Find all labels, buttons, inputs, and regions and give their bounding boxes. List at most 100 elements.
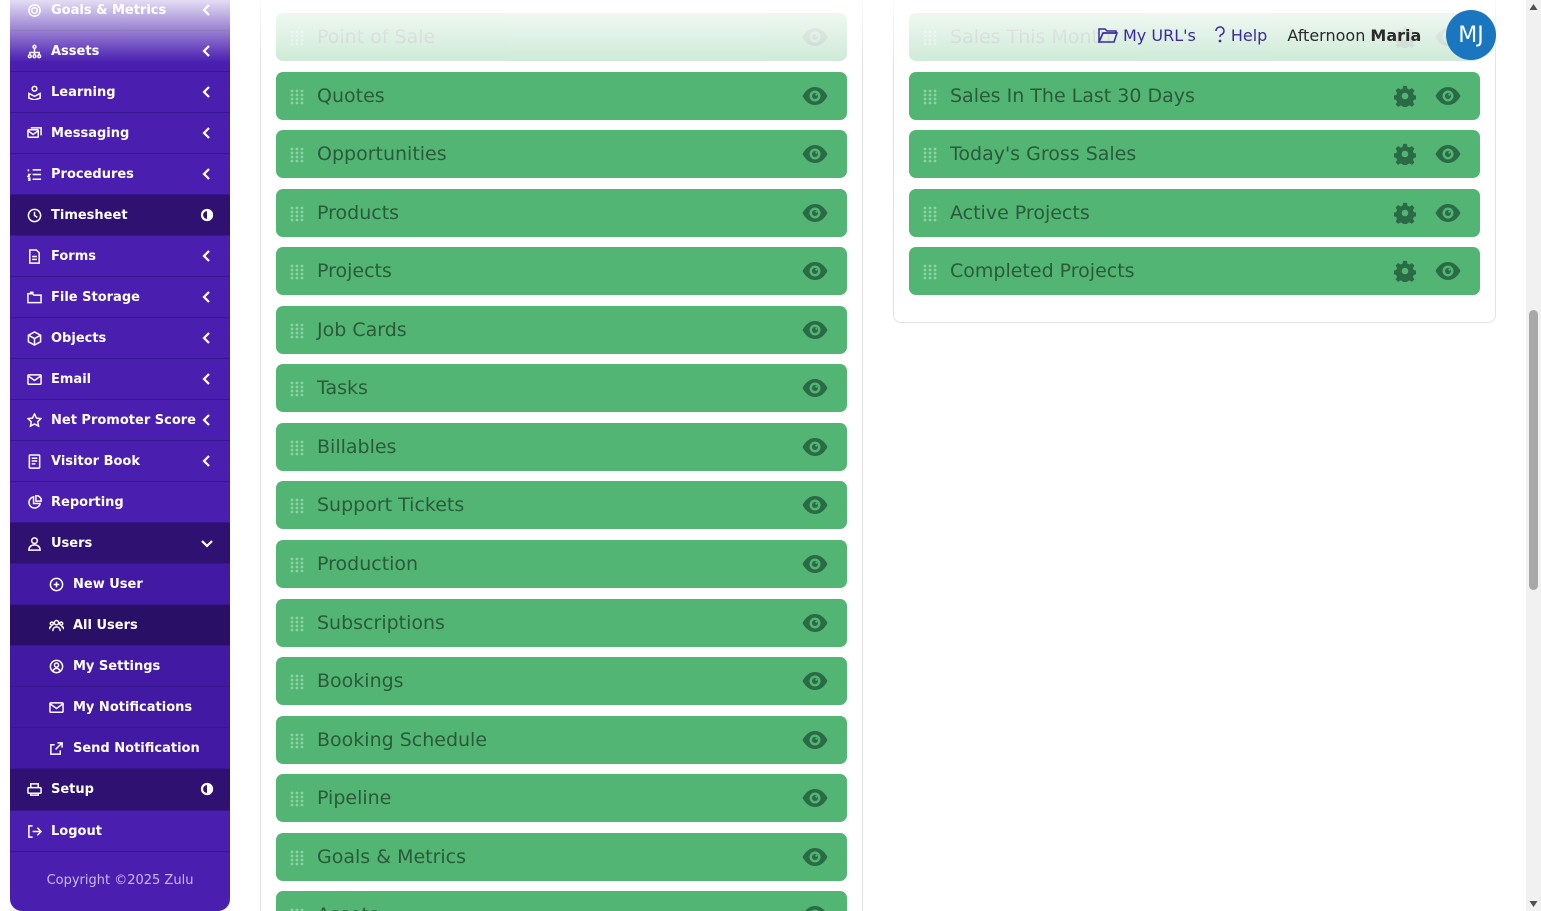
sidebar-item-reporting[interactable]: Reporting xyxy=(10,482,230,523)
eye-icon[interactable] xyxy=(801,260,829,282)
gear-icon[interactable] xyxy=(1393,143,1417,168)
eye-icon[interactable] xyxy=(801,612,829,634)
sidebar-item-forms[interactable]: Forms xyxy=(10,236,230,277)
widget-production[interactable]: Production xyxy=(276,540,847,588)
drag-handle-icon[interactable] xyxy=(289,732,305,749)
help-link[interactable]: Help xyxy=(1214,26,1267,45)
hierarchy-icon xyxy=(26,43,42,59)
drag-handle-icon[interactable] xyxy=(922,263,938,280)
sidebar-item-messaging[interactable]: Messaging xyxy=(10,113,230,154)
eye-icon[interactable] xyxy=(801,377,829,399)
drag-handle-icon[interactable] xyxy=(289,673,305,690)
scrollbar[interactable] xyxy=(1526,0,1541,911)
drag-handle-icon[interactable] xyxy=(289,322,305,339)
widget-goals-and-metrics[interactable]: Goals & Metrics xyxy=(276,833,847,881)
sidebar-item-users[interactable]: Users xyxy=(10,523,230,564)
drag-handle-icon[interactable] xyxy=(922,146,938,163)
widget-quotes[interactable]: Quotes xyxy=(276,72,847,120)
gear-icon[interactable] xyxy=(1393,260,1417,285)
sidebar-subitem-new-user[interactable]: New User xyxy=(10,564,230,605)
widget-completed-projects[interactable]: Completed Projects xyxy=(909,247,1480,295)
drag-handle-icon[interactable] xyxy=(289,497,305,514)
sidebar-item-timesheet[interactable]: Timesheet xyxy=(10,195,230,236)
eye-icon[interactable] xyxy=(801,553,829,575)
drag-handle-icon[interactable] xyxy=(289,439,305,456)
sidebar-item-procedures[interactable]: Procedures xyxy=(10,154,230,195)
widget-job-cards[interactable]: Job Cards xyxy=(276,306,847,354)
eye-icon[interactable] xyxy=(801,85,829,107)
eye-icon[interactable] xyxy=(801,729,829,751)
eye-icon[interactable] xyxy=(1434,143,1462,165)
scroll-down-arrow-icon[interactable] xyxy=(1529,899,1538,908)
eye-icon[interactable] xyxy=(801,319,829,341)
eye-icon[interactable] xyxy=(801,436,829,458)
eye-icon[interactable] xyxy=(1434,260,1462,282)
question-mark-icon xyxy=(1215,26,1225,43)
drag-handle-icon[interactable] xyxy=(289,790,305,807)
drag-handle-icon[interactable] xyxy=(289,263,305,280)
eye-icon[interactable] xyxy=(801,904,829,911)
avatar[interactable]: MJ xyxy=(1446,10,1496,60)
widget-billables[interactable]: Billables xyxy=(276,423,847,471)
sidebar-item-logout[interactable]: Logout xyxy=(10,811,230,852)
eye-icon[interactable] xyxy=(801,494,829,516)
drag-handle-icon[interactable] xyxy=(289,907,305,911)
sidebar-subitem-all-users[interactable]: All Users xyxy=(10,605,230,646)
sidebar-subitem-my-settings[interactable]: My Settings xyxy=(10,646,230,687)
eye-icon[interactable] xyxy=(801,26,829,48)
widget-label: Products xyxy=(317,202,400,224)
drag-handle-icon[interactable] xyxy=(289,615,305,632)
widget-opportunities[interactable]: Opportunities xyxy=(276,130,847,178)
widget-pipeline[interactable]: Pipeline xyxy=(276,774,847,822)
sidebar-item-label: Goals & Metrics xyxy=(51,2,167,18)
widget-support-tickets[interactable]: Support Tickets xyxy=(276,481,847,529)
sidebar-item-label: My Notifications xyxy=(73,699,193,715)
drag-handle-icon[interactable] xyxy=(289,849,305,866)
sidebar-item-setup[interactable]: Setup xyxy=(10,769,230,811)
widget-sales-in-the-last-30-days[interactable]: Sales In The Last 30 Days xyxy=(909,72,1480,120)
eye-icon[interactable] xyxy=(1434,202,1462,224)
sidebar-item-file-storage[interactable]: File Storage xyxy=(10,277,230,318)
sidebar-item-email[interactable]: Email xyxy=(10,359,230,400)
drag-handle-icon[interactable] xyxy=(289,556,305,573)
drag-handle-icon[interactable] xyxy=(922,205,938,222)
eye-icon[interactable] xyxy=(1434,85,1462,107)
drag-handle-icon[interactable] xyxy=(289,88,305,105)
eye-icon[interactable] xyxy=(801,202,829,224)
widget-products[interactable]: Products xyxy=(276,189,847,237)
sidebar-item-net-promoter-score[interactable]: Net Promoter Score xyxy=(10,400,230,441)
eye-icon[interactable] xyxy=(801,670,829,692)
drag-handle-icon[interactable] xyxy=(922,88,938,105)
scrollbar-thumb[interactable] xyxy=(1529,310,1538,590)
my-urls-link[interactable]: My URL's xyxy=(1098,26,1196,45)
sidebar-item-label: My Settings xyxy=(73,658,161,674)
drag-handle-icon[interactable] xyxy=(289,380,305,397)
drag-handle-icon[interactable] xyxy=(922,29,938,46)
drag-handle-icon[interactable] xyxy=(289,29,305,46)
widget-booking-schedule[interactable]: Booking Schedule xyxy=(276,716,847,764)
eye-icon[interactable] xyxy=(801,143,829,165)
gear-icon[interactable] xyxy=(1393,85,1417,110)
drag-handle-icon[interactable] xyxy=(289,205,305,222)
eye-icon[interactable] xyxy=(801,787,829,809)
sidebar-item-goals-metrics[interactable]: Goals & Metrics xyxy=(10,0,230,31)
gear-icon[interactable] xyxy=(1393,202,1417,227)
drag-handle-icon[interactable] xyxy=(289,146,305,163)
widget-point-of-sale[interactable]: Point of Sale xyxy=(276,13,847,61)
widget-label: Booking Schedule xyxy=(317,729,488,751)
widget-tasks[interactable]: Tasks xyxy=(276,364,847,412)
widget-projects[interactable]: Projects xyxy=(276,247,847,295)
sidebar-subitem-send-notification[interactable]: Send Notification xyxy=(10,728,230,769)
sidebar-item-learning[interactable]: Learning xyxy=(10,72,230,113)
sidebar-item-objects[interactable]: Objects xyxy=(10,318,230,359)
widget-assets[interactable]: Assets xyxy=(276,891,847,911)
widget-subscriptions[interactable]: Subscriptions xyxy=(276,599,847,647)
sidebar-subitem-my-notifications[interactable]: My Notifications xyxy=(10,687,230,728)
eye-icon[interactable] xyxy=(801,846,829,868)
scroll-up-arrow-icon[interactable] xyxy=(1529,3,1538,12)
widget-bookings[interactable]: Bookings xyxy=(276,657,847,705)
widget-todays-gross-sales[interactable]: Today's Gross Sales xyxy=(909,130,1480,178)
sidebar-item-assets[interactable]: Assets xyxy=(10,31,230,72)
widget-active-projects[interactable]: Active Projects xyxy=(909,189,1480,237)
sidebar-item-visitor-book[interactable]: Visitor Book xyxy=(10,441,230,482)
